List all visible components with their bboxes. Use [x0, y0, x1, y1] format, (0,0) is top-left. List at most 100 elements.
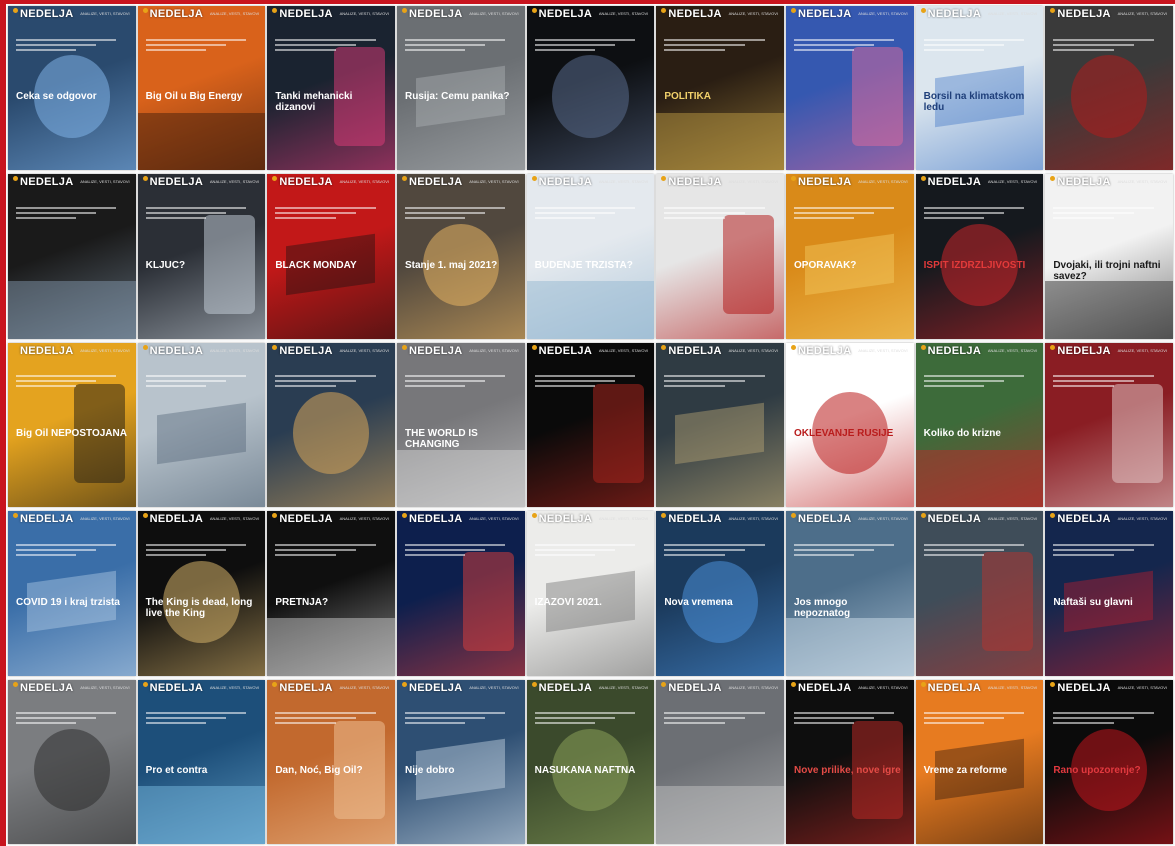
cover-tagline: ANALIZE, VESTI, STAVOVI	[209, 11, 260, 16]
cover-artwork	[292, 392, 370, 475]
cover-tagline: ANALIZE, VESTI, STAVOVI	[1117, 684, 1167, 690]
cover-headline: THE WORLD IS CHANGING	[405, 428, 478, 451]
cover-tagline: ANALIZE, VESTI, STAVOVI	[80, 179, 130, 185]
cover-headline: Rusija: Cemu panika?	[405, 91, 510, 103]
magazine-cover[interactable]: NEDELJA ANALIZE, VESTI, STAVOVI	[656, 342, 784, 508]
cover-masthead: NEDELJA	[143, 8, 203, 20]
magazine-cover[interactable]: NEDELJA ANALIZE, VESTI, STAVOVI Vreme za r…	[915, 679, 1044, 844]
magazine-cover[interactable]: NEDELJA ANALIZE, VESTI, STAVOVI KLJUC?	[137, 174, 266, 339]
cover-tagline: ANALIZE, VESTI, STAVOVI	[987, 684, 1038, 690]
magazine-cover[interactable]: NEDELJA ANALIZE, VESTI, STAVOVI	[656, 174, 784, 339]
cover-text-lines	[405, 36, 517, 54]
cover-masthead: NEDELJA	[1050, 345, 1110, 357]
magazine-cover[interactable]: NEDELJA ANALIZE, VESTI, STAVOVI Rusija: Ce…	[397, 6, 525, 171]
magazine-cover[interactable]: NEDELJA ANALIZE, VESTI, STAVOVI Pro et con…	[137, 679, 266, 844]
magazine-cover[interactable]: NEDELJA ANALIZE, VESTI, STAVOVI	[137, 342, 266, 508]
cover-tagline: ANALIZE, VESTI, STAVOVI	[209, 347, 260, 353]
cover-tagline: ANALIZE, VESTI, STAVOVI	[339, 684, 389, 690]
cover-tagline: ANALIZE, VESTI, STAVOVI	[339, 516, 389, 522]
magazine-cover[interactable]: NEDELJA ANALIZE, VESTI, STAVOVI	[1045, 342, 1173, 508]
magazine-cover[interactable]: NEDELJA ANALIZE, VESTI, STAVOVI	[915, 511, 1044, 676]
cover-text-lines	[16, 36, 128, 54]
magazine-cover[interactable]: NEDELJA ANALIZE, VESTI, STAVOVI Dan, Noć, …	[267, 679, 395, 844]
magazine-cover[interactable]: NEDELJA ANALIZE, VESTI, STAVOVI Jos mnogo …	[786, 511, 914, 676]
cover-tagline: ANALIZE, VESTI, STAVOVI	[339, 11, 389, 16]
cover-masthead: NEDELJA	[1050, 513, 1110, 525]
cover-text-lines	[794, 372, 906, 390]
magazine-cover[interactable]: NEDELJA ANALIZE, VESTI, STAVOVI	[526, 6, 655, 171]
cover-tagline: ANALIZE, VESTI, STAVOVI	[858, 179, 908, 185]
magazine-cover[interactable]: NEDELJA ANALIZE, VESTI, STAVOVI The King i…	[137, 511, 266, 676]
magazine-cover[interactable]: NEDELJA ANALIZE, VESTI, STAVOVI	[786, 6, 914, 171]
magazine-cover[interactable]: NEDELJA ANALIZE, VESTI, STAVOVI Koliko do …	[915, 342, 1044, 508]
cover-tagline: ANALIZE, VESTI, STAVOVI	[858, 684, 908, 690]
cover-text-lines	[664, 36, 776, 54]
magazine-cover[interactable]: NEDELJA ANALIZE, VESTI, STAVOVI Nije dobro	[397, 679, 525, 844]
cover-tagline: ANALIZE, VESTI, STAVOVI	[339, 179, 389, 185]
magazine-cover[interactable]: NEDELJA ANALIZE, VESTI, STAVOVI NASUKANA N…	[526, 679, 655, 844]
magazine-cover[interactable]: NEDELJA ANALIZE, VESTI, STAVOVI	[526, 342, 655, 508]
cover-tagline: ANALIZE, VESTI, STAVOVI	[1117, 516, 1167, 522]
cover-masthead: NEDELJA	[1050, 682, 1110, 694]
magazine-cover[interactable]: NEDELJA ANALIZE, VESTI, STAVOVI BLACK MOND…	[267, 174, 395, 339]
magazine-cover[interactable]: NEDELJA ANALIZE, VESTI, STAVOVI OKLEVANJE …	[786, 342, 914, 508]
cover-masthead: NEDELJA	[921, 513, 981, 525]
cover-tagline: ANALIZE, VESTI, STAVOVI	[728, 684, 778, 690]
magazine-cover[interactable]: NEDELJA ANALIZE, VESTI, STAVOVI COVID 19 i…	[8, 511, 136, 676]
cover-artwork	[982, 552, 1034, 651]
magazine-cover[interactable]: NEDELJA ANALIZE, VESTI, STAVOVI BUDENJE TR…	[526, 174, 655, 339]
magazine-cover[interactable]: NEDELJA ANALIZE, VESTI, STAVOVI ISPIT IZDR…	[915, 174, 1044, 339]
magazine-cover[interactable]: NEDELJA ANALIZE, VESTI, STAVOVI Big Oil NE…	[8, 342, 136, 508]
magazine-cover[interactable]: NEDELJA ANALIZE, VESTI, STAVOVI POLITIKA	[656, 6, 784, 171]
magazine-cover[interactable]: NEDELJA ANALIZE, VESTI, STAVOVI Stanje 1. …	[397, 174, 525, 339]
magazine-cover[interactable]: NEDELJA ANALIZE, VESTI, STAVOVI THE WORLD …	[397, 342, 525, 508]
magazine-cover[interactable]: NEDELJA ANALIZE, VESTI, STAVOVI	[656, 679, 784, 844]
magazine-cover[interactable]: NEDELJA ANALIZE, VESTI, STAVOVI	[397, 511, 525, 676]
cover-headline: Ceka se odgovor	[16, 91, 97, 103]
magazine-cover[interactable]: NEDELJA ANALIZE, VESTI, STAVOVI	[8, 174, 136, 339]
cover-artwork	[1111, 383, 1163, 483]
cover-headline: Dan, Noć, Big Oil?	[275, 765, 363, 777]
cover-headline: Stanje 1. maj 2021?	[405, 259, 498, 271]
cover-tagline: ANALIZE, VESTI, STAVOVI	[1117, 179, 1167, 185]
cover-tagline: ANALIZE, VESTI, STAVOVI	[858, 516, 908, 522]
cover-artwork	[267, 618, 395, 676]
magazine-cover[interactable]: NEDELJA ANALIZE, VESTI, STAVOVI	[1045, 6, 1173, 171]
magazine-cover[interactable]: NEDELJA ANALIZE, VESTI, STAVOVI Tanki meha…	[267, 6, 395, 171]
magazine-cover[interactable]: NEDELJA ANALIZE, VESTI, STAVOVI Rano upozo…	[1045, 679, 1173, 844]
cover-tagline: ANALIZE, VESTI, STAVOVI	[987, 347, 1038, 353]
cover-text-lines	[664, 204, 776, 222]
magazine-cover[interactable]: NEDELJA ANALIZE, VESTI, STAVOVI Ceka se od…	[8, 6, 136, 171]
cover-artwork	[656, 786, 784, 844]
cover-text-lines	[664, 541, 776, 559]
cover-headline: Pro et contra	[145, 765, 208, 777]
cover-text-lines	[275, 372, 387, 390]
cover-headline: Tanki mehanicki dizanovi	[275, 91, 353, 114]
magazine-cover[interactable]: NEDELJA ANALIZE, VESTI, STAVOVI Dvojaki, i…	[1045, 174, 1173, 339]
cover-text-lines	[534, 204, 647, 222]
magazine-cover[interactable]: NEDELJA ANALIZE, VESTI, STAVOVI Big Oil u …	[137, 6, 266, 171]
magazine-cover[interactable]: NEDELJA ANALIZE, VESTI, STAVOVI Naftaši su…	[1045, 511, 1173, 676]
cover-headline: PRETNJA?	[275, 596, 329, 608]
cover-text-lines	[275, 541, 387, 559]
cover-text-lines	[534, 372, 647, 390]
cover-text-lines	[923, 541, 1036, 559]
magazine-cover[interactable]: NEDELJA ANALIZE, VESTI, STAVOVI Nove prili…	[786, 679, 914, 844]
magazine-cover[interactable]: NEDELJA ANALIZE, VESTI, STAVOVI PRETNJA?	[267, 511, 395, 676]
magazine-cover[interactable]: NEDELJA ANALIZE, VESTI, STAVOVI OPORAVAK?	[786, 174, 914, 339]
cover-artwork	[593, 383, 645, 483]
magazine-cover[interactable]: NEDELJA ANALIZE, VESTI, STAVOVI IZAZOVI 20…	[526, 511, 655, 676]
cover-headline: The King is dead, long live the King	[145, 596, 253, 619]
cover-masthead: NEDELJA	[661, 8, 721, 20]
cover-text-lines	[145, 372, 258, 390]
magazine-cover[interactable]: NEDELJA ANALIZE, VESTI, STAVOVI Borsil na …	[915, 6, 1044, 171]
cover-collage: NEDELJA ANALIZE, VESTI, STAVOVI Ceka se od…	[0, 0, 1175, 846]
magazine-cover[interactable]: NEDELJA ANALIZE, VESTI, STAVOVI	[8, 679, 136, 844]
cover-text-lines	[405, 204, 517, 222]
magazine-cover[interactable]: NEDELJA ANALIZE, VESTI, STAVOVI	[267, 342, 395, 508]
cover-headline: Nove prilike, nove igre	[794, 765, 901, 777]
cover-headline: COVID 19 i kraj trzista	[16, 596, 120, 608]
magazine-cover[interactable]: NEDELJA ANALIZE, VESTI, STAVOVI Nova vreme…	[656, 511, 784, 676]
cover-text-lines	[923, 372, 1036, 390]
cover-tagline: ANALIZE, VESTI, STAVOVI	[858, 11, 908, 16]
